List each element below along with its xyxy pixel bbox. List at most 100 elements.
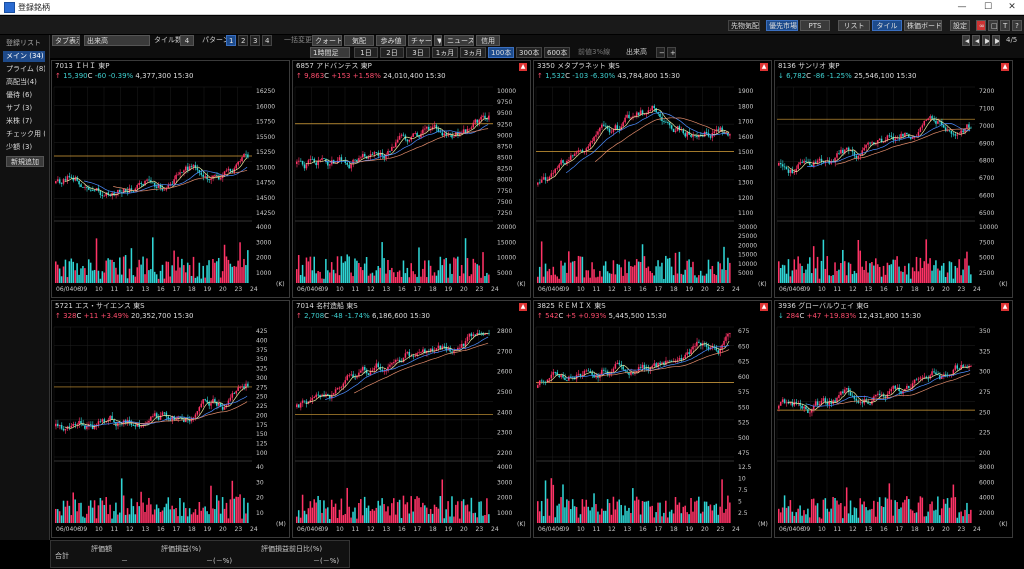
sidebar-item-main[interactable]: メイン (34): [3, 51, 45, 62]
last-page-icon[interactable]: ▶: [992, 35, 1000, 46]
volume-bar: [855, 508, 858, 523]
sidebar-item-us-stocks[interactable]: 米株 (7): [3, 116, 45, 127]
price-volume-chart[interactable]: 7200710070006900680067006600650010000750…: [775, 83, 1012, 299]
close-icon[interactable]: ✕: [1000, 1, 1024, 14]
chart-tile[interactable]: 3825 ＲＥＭＩＸ 東S ↑ 542C +5 +0.93% 5,445,500 …: [533, 300, 772, 538]
volume-bar: [377, 500, 380, 523]
time-tick-label: 16: [157, 526, 165, 533]
sidebar-item-check[interactable]: チェック用 (: [3, 129, 45, 140]
credit-button[interactable]: 信用: [476, 35, 500, 46]
price-volume-chart[interactable]: 1625016000157501550015250150001475014500…: [52, 83, 289, 299]
list-view-button[interactable]: リスト: [838, 20, 870, 31]
zoom-out-icon[interactable]: −: [656, 47, 665, 58]
chart-tile[interactable]: 6857 アドバンテス 東P ↑ 9,863C +153 +1.58% 24,01…: [292, 60, 531, 298]
volume-bar: [824, 498, 827, 523]
chart-tile[interactable]: 3350 メタプラネット 東S ↑ 1,532C -103 -6.30% 43,7…: [533, 60, 772, 298]
price-volume-chart[interactable]: 3503253002752502252008000600040002000(K)…: [775, 323, 1012, 539]
stock-board-button[interactable]: 株価ボード: [904, 20, 942, 31]
tile-count-stepper[interactable]: 4: [180, 35, 194, 46]
volume-bar: [163, 507, 166, 523]
pts-button[interactable]: PTS: [800, 20, 830, 31]
price-volume-chart[interactable]: 1900180017001600150014001300120011003000…: [534, 83, 771, 299]
stock-name: ＲＥＭＩＸ: [557, 302, 593, 310]
chart-tile[interactable]: 8136 サンリオ 東P ↓ 6,782C -86 -1.25% 25,546,1…: [774, 60, 1013, 298]
help-icon[interactable]: ?: [1012, 20, 1022, 31]
chart-tile[interactable]: 7013 ＩＨＩ 東P ↑ 15,390C -60 -0.39% 4,377,30…: [51, 60, 290, 298]
chart-button[interactable]: チャート: [408, 35, 432, 46]
range-300-button[interactable]: 300本: [516, 47, 542, 58]
maximize-icon[interactable]: ☐: [976, 1, 1000, 14]
candle-body: [371, 154, 374, 155]
candle-body: [717, 350, 719, 354]
volume-bar: [818, 278, 821, 283]
volume-bar: [851, 274, 854, 283]
sidebar-item-high-dividend[interactable]: 高配当(4): [3, 77, 45, 88]
candle-body: [184, 166, 187, 171]
volume-bar: [150, 269, 152, 283]
tick-button[interactable]: 歩み値: [376, 35, 406, 46]
chart-tile[interactable]: 5721 エス・サイエンス 東S ↑ 328C +11 +3.49% 20,352…: [51, 300, 290, 538]
alert-icon[interactable]: ▲: [1001, 303, 1009, 311]
display-select[interactable]: 出来高: [84, 35, 150, 46]
pattern-2-button[interactable]: 2: [238, 35, 248, 46]
volume-bar: [457, 501, 459, 523]
price-tick-label: 10000: [497, 88, 516, 95]
pattern-1-button[interactable]: 1: [226, 35, 236, 46]
stock-code: 3936: [778, 302, 796, 310]
price-volume-chart[interactable]: 1000097509500925090008750850082508000775…: [293, 83, 530, 299]
alert-icon[interactable]: ▲: [1001, 63, 1009, 71]
alert-icon[interactable]: ▲: [760, 63, 768, 71]
volume-bar: [569, 509, 572, 523]
volume-bar: [608, 273, 611, 283]
sidebar-item-benefits[interactable]: 優待 (6): [3, 90, 45, 101]
news-button[interactable]: ニュース: [444, 35, 474, 46]
priority-market-button[interactable]: 優先市場: [766, 20, 798, 31]
futures-quote-button[interactable]: 先物気配: [728, 20, 760, 31]
volume-bar: [871, 508, 873, 523]
window-icon[interactable]: □: [988, 20, 998, 31]
tile-view-button[interactable]: タイル: [872, 20, 902, 31]
text-icon[interactable]: T: [1000, 20, 1010, 31]
bid-ask-button[interactable]: 気配: [344, 35, 374, 46]
volume-bar: [898, 266, 900, 283]
range-1m-button[interactable]: 1ヵ月: [432, 47, 458, 58]
timeframe-select[interactable]: 1時間足: [310, 47, 350, 58]
alert-icon[interactable]: ▲: [519, 63, 527, 71]
candle-body: [210, 178, 212, 181]
settings-button[interactable]: 設定: [950, 20, 970, 31]
volume-bar: [805, 269, 807, 283]
pattern-3-button[interactable]: 3: [250, 35, 260, 46]
prev-page-icon[interactable]: ◀: [972, 35, 980, 46]
range-3m-button[interactable]: 3ヵ月: [460, 47, 486, 58]
first-page-icon[interactable]: ◀: [962, 35, 970, 46]
price-tick-label: 7200: [979, 88, 994, 95]
range-2d-button[interactable]: 2日: [380, 47, 404, 58]
next-page-icon[interactable]: ▶: [982, 35, 990, 46]
price-tick-label: 2500: [497, 389, 512, 396]
range-100-button[interactable]: 100本: [488, 47, 514, 58]
price-volume-chart[interactable]: 4254003753503253002752502252001751501251…: [52, 323, 289, 539]
alert-icon[interactable]: ▲: [519, 303, 527, 311]
prev-close-line-checkbox[interactable]: 前値3%線: [578, 47, 610, 58]
volume-checkbox[interactable]: 出来高: [626, 47, 647, 58]
range-600-button[interactable]: 600本: [544, 47, 570, 58]
link-icon[interactable]: ∞: [976, 20, 986, 31]
zoom-in-icon[interactable]: +: [667, 47, 676, 58]
alert-icon[interactable]: ▲: [760, 303, 768, 311]
sidebar-item-prime[interactable]: プライム (8): [3, 64, 45, 75]
chart-dropdown-icon[interactable]: ▼: [434, 35, 442, 46]
chart-tile[interactable]: 3936 グローバルウェイ 東G ↓ 284C +47 +19.83% 12,43…: [774, 300, 1013, 538]
sidebar-item-sub[interactable]: サブ (3): [3, 103, 45, 114]
range-3d-button[interactable]: 3日: [406, 47, 430, 58]
chart-tile[interactable]: 7014 名村造船 東S ↑ 2,708C -48 -1.74% 6,186,60…: [292, 300, 531, 538]
price-volume-chart[interactable]: 67565062560057555052550047512.5107.552.5…: [534, 323, 771, 539]
price-volume-chart[interactable]: 2800270026002500240023002200400030002000…: [293, 323, 530, 539]
sidebar-item-small[interactable]: 少額 (3): [3, 142, 45, 153]
candle-body: [297, 160, 300, 162]
range-1d-button[interactable]: 1日: [354, 47, 378, 58]
tab-view-button[interactable]: タブ表示: [52, 35, 80, 46]
add-list-button[interactable]: 新規追加: [6, 156, 44, 167]
quote-button[interactable]: クォート: [312, 35, 342, 46]
minimize-icon[interactable]: —: [950, 1, 974, 14]
pattern-4-button[interactable]: 4: [262, 35, 272, 46]
